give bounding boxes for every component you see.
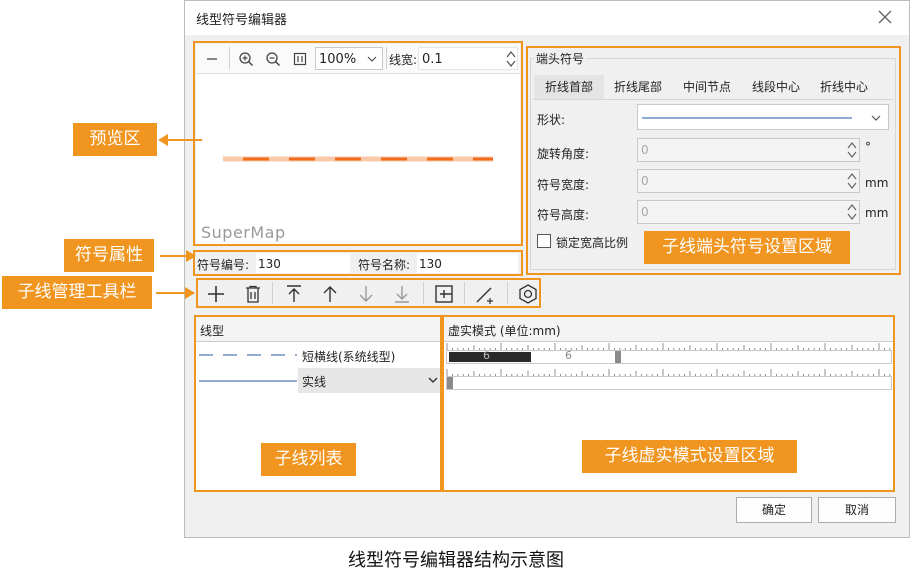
- tab-polyline-start[interactable]: 折线首部: [534, 75, 604, 99]
- arrow-preview: [162, 139, 202, 141]
- list-item-label: 实线: [302, 375, 327, 389]
- chevron-down-icon: [428, 377, 438, 383]
- shape-line-swatch: [642, 117, 852, 119]
- symbol-id-label: 符号编号:: [197, 258, 250, 272]
- symbol-height-spinner[interactable]: 0: [637, 200, 860, 224]
- symbol-id-value: 130: [258, 257, 281, 271]
- line-width-label: 线宽:: [389, 53, 418, 67]
- actual-size-icon[interactable]: [289, 48, 311, 70]
- spin-up-icon[interactable]: [847, 172, 857, 180]
- move-bottom-icon[interactable]: [392, 284, 412, 304]
- zoom-value: 100%: [319, 52, 357, 67]
- dash-handle[interactable]: [615, 351, 621, 363]
- move-down-icon[interactable]: [356, 284, 376, 304]
- spin-down-icon[interactable]: [847, 213, 857, 221]
- rotation-unit: °: [865, 140, 871, 154]
- dash-solid-value: 6: [483, 349, 490, 362]
- chevron-down-icon: [367, 56, 377, 62]
- rotation-value: 0: [641, 143, 649, 157]
- move-top-icon[interactable]: [284, 284, 304, 304]
- symbol-height-value: 0: [641, 205, 649, 219]
- symbol-name-value: 130: [419, 257, 442, 271]
- line-width-value: 0.1: [422, 52, 443, 67]
- dash-handle[interactable]: [447, 377, 453, 389]
- symbol-width-value: 0: [641, 174, 649, 188]
- spin-down-icon[interactable]: [847, 182, 857, 190]
- line-preview-graphic: [223, 156, 493, 162]
- dialog-title: 线型符号编辑器: [196, 13, 288, 28]
- rotation-spinner[interactable]: 0: [637, 138, 860, 162]
- list-item[interactable]: 短横线(系统线型): [196, 343, 440, 367]
- callout-toolbar: 子线管理工具栏: [2, 276, 152, 309]
- shape-label: 形状:: [537, 113, 566, 127]
- solid-line-swatch: [199, 380, 297, 382]
- zoom-select[interactable]: 100%: [315, 47, 383, 70]
- delete-icon[interactable]: [243, 284, 263, 304]
- callout-symbol-props: 符号属性: [64, 239, 154, 272]
- preview-watermark: SuperMap: [201, 223, 286, 242]
- line-width-spinner[interactable]: 0.1: [418, 47, 518, 70]
- symbol-height-unit: mm: [865, 206, 889, 220]
- cancel-button[interactable]: 取消: [818, 497, 896, 523]
- line-type-dropdown[interactable]: 实线: [298, 368, 440, 393]
- insert-subline-icon[interactable]: [434, 284, 454, 304]
- callout-dash-area: 子线虚实模式设置区域: [582, 440, 797, 473]
- tab-strip: [533, 99, 893, 100]
- spin-up-icon[interactable]: [506, 50, 516, 58]
- tab-polyline-center[interactable]: 折线中心: [810, 75, 878, 99]
- subline-header-label: 线型: [200, 324, 225, 338]
- add-icon[interactable]: [206, 284, 226, 304]
- ok-button[interactable]: 确定: [736, 497, 812, 523]
- spin-up-icon[interactable]: [847, 141, 857, 149]
- dash-gap-value: 6: [565, 349, 572, 362]
- callout-end-symbol: 子线端头符号设置区域: [644, 231, 850, 264]
- callout-preview: 预览区: [73, 123, 157, 156]
- dash-line-swatch: [199, 354, 297, 356]
- lock-ratio-checkbox[interactable]: [537, 234, 551, 248]
- symbol-id-field[interactable]: 130: [255, 252, 351, 274]
- spin-up-icon[interactable]: [847, 203, 857, 211]
- tab-segment-center[interactable]: 线段中心: [742, 75, 810, 99]
- close-icon[interactable]: [876, 8, 894, 26]
- figure-caption: 线型符号编辑器结构示意图: [348, 550, 564, 571]
- lock-ratio-label: 锁定宽高比例: [556, 236, 629, 250]
- symbol-name-label: 符号名称:: [358, 258, 411, 272]
- callout-subline-list: 子线列表: [261, 443, 356, 476]
- chevron-down-icon: [871, 115, 881, 121]
- rotation-label: 旋转角度:: [537, 147, 590, 161]
- dash-track-2[interactable]: [446, 376, 892, 390]
- arrowhead-icon: [186, 250, 196, 262]
- dash-header-label: 虚实模式 (单位:mm): [448, 324, 561, 338]
- zoom-in-icon[interactable]: [235, 48, 257, 70]
- move-up-icon[interactable]: [320, 284, 340, 304]
- symbol-width-unit: mm: [865, 176, 889, 190]
- symbol-width-spinner[interactable]: 0: [637, 169, 860, 193]
- zoom-fit-icon[interactable]: [201, 48, 223, 70]
- subline-list-header: [196, 317, 440, 342]
- add-line-style-icon[interactable]: [475, 284, 497, 304]
- shape-select[interactable]: [637, 104, 889, 130]
- spin-down-icon[interactable]: [506, 60, 516, 68]
- tab-polyline-end[interactable]: 折线尾部: [604, 75, 672, 99]
- arrowhead-icon: [158, 134, 168, 146]
- dash-track-1[interactable]: 6 6: [446, 349, 892, 364]
- list-item-selected[interactable]: 实线: [196, 368, 440, 393]
- end-symbol-group-title: 端头符号: [534, 50, 587, 67]
- tab-middle-node[interactable]: 中间节点: [673, 75, 741, 99]
- symbol-name-field[interactable]: 130: [416, 252, 519, 274]
- arrowhead-icon: [185, 287, 195, 299]
- zoom-out-icon[interactable]: [262, 48, 284, 70]
- dash-solid-segment[interactable]: [449, 352, 531, 362]
- symbol-width-label: 符号宽度:: [537, 178, 590, 192]
- list-item-label: 短横线(系统线型): [302, 350, 396, 364]
- spin-down-icon[interactable]: [847, 151, 857, 159]
- settings-hexagon-icon[interactable]: [517, 283, 539, 305]
- title-bar: [185, 1, 909, 35]
- symbol-height-label: 符号高度:: [537, 208, 590, 222]
